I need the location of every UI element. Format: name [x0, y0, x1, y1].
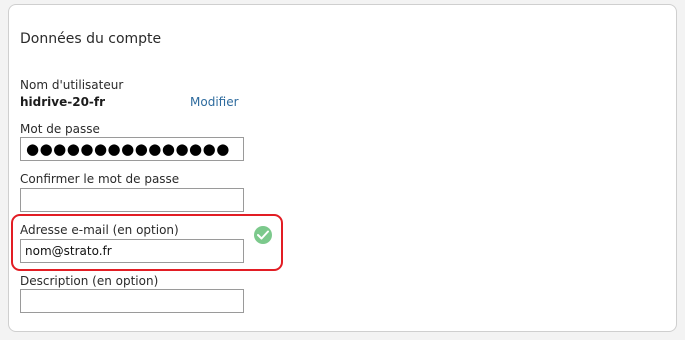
password-label: Mot de passe: [20, 122, 100, 136]
email-label: Adresse e-mail (en option): [20, 223, 179, 237]
description-field[interactable]: [20, 289, 244, 313]
description-label: Description (en option): [20, 274, 159, 288]
password-field[interactable]: ●●●●●●●●●●●●●●●: [20, 137, 244, 161]
check-circle-icon: [254, 226, 272, 244]
username-label: Nom d'utilisateur: [20, 78, 124, 92]
account-data-panel: Données du compte Nom d'utilisateur hidr…: [8, 4, 677, 332]
confirm-password-label: Confirmer le mot de passe: [20, 172, 180, 186]
confirm-password-field[interactable]: [20, 188, 244, 212]
section-title: Données du compte: [20, 31, 162, 47]
modify-username-link[interactable]: Modifier: [190, 95, 239, 109]
username-value: hidrive-20-fr: [20, 95, 106, 109]
email-field[interactable]: [20, 239, 244, 263]
password-mask: ●●●●●●●●●●●●●●●: [26, 140, 230, 158]
